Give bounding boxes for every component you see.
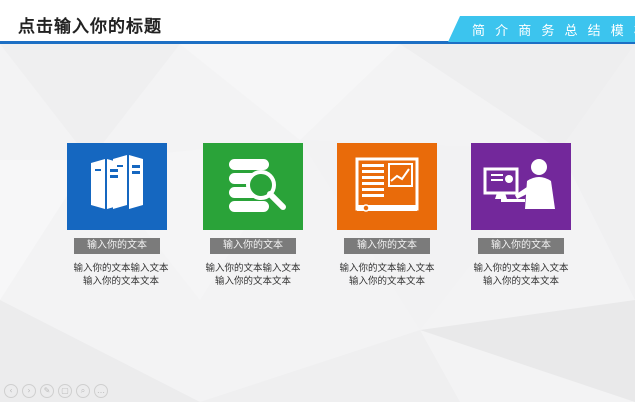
- card-label[interactable]: 输入你的文本: [478, 238, 564, 254]
- database-search-icon: [203, 143, 303, 230]
- user-computer-icon: [471, 143, 571, 230]
- server-icon: [67, 143, 167, 230]
- card-label[interactable]: 输入你的文本: [210, 238, 296, 254]
- card-database[interactable]: [203, 143, 303, 230]
- zoom-icon[interactable]: ⌕: [76, 384, 90, 398]
- card-description[interactable]: 输入你的文本输入文本 输入你的文本文本: [198, 262, 308, 288]
- card-server[interactable]: [67, 143, 167, 230]
- card-user-computer[interactable]: [471, 143, 571, 230]
- card-description[interactable]: 输入你的文本输入文本 输入你的文本文本: [332, 262, 442, 288]
- card-label[interactable]: 输入你的文本: [344, 238, 430, 254]
- more-icon[interactable]: …: [94, 384, 108, 398]
- page-title[interactable]: 点击输入你的标题: [18, 12, 162, 37]
- spreadsheet-chart-icon: [337, 143, 437, 230]
- template-tag-text: 简 介 商 务 总 结 模 板: [472, 24, 635, 39]
- card-description[interactable]: 输入你的文本输入文本 输入你的文本文本: [466, 262, 576, 288]
- pen-icon[interactable]: ✎: [40, 384, 54, 398]
- previous-icon[interactable]: ‹: [4, 384, 18, 398]
- slides-icon[interactable]: ▢: [58, 384, 72, 398]
- card-description[interactable]: 输入你的文本输入文本 输入你的文本文本: [66, 262, 176, 288]
- card-label[interactable]: 输入你的文本: [74, 238, 160, 254]
- next-icon[interactable]: ›: [22, 384, 36, 398]
- card-spreadsheet[interactable]: [337, 143, 437, 230]
